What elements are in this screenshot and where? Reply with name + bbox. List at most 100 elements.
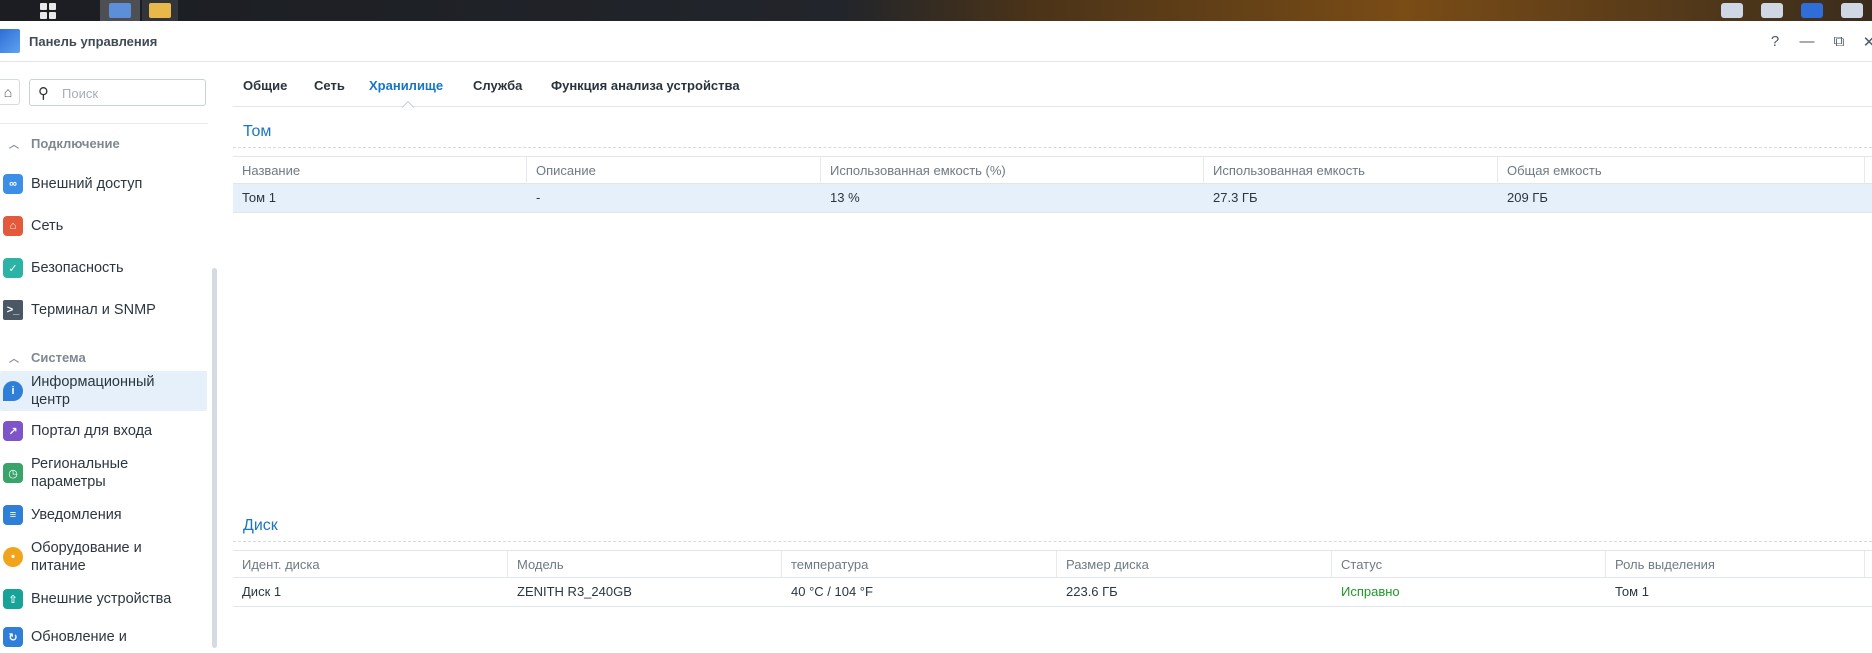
search-icon[interactable]	[1841, 3, 1863, 18]
regional-globe-icon: ◷	[3, 463, 23, 483]
disk-size-cell: 223.6 ГБ	[1066, 584, 1118, 599]
tab-device-analysis[interactable]: Функция анализа устройства	[551, 78, 740, 93]
column-header[interactable]: Модель	[508, 551, 782, 578]
sidebar-item-label: Оборудование и питание	[31, 540, 142, 574]
control-panel-icon	[0, 29, 20, 53]
sidebar-search-row: ⌂ ⚲	[0, 77, 210, 107]
table-row[interactable]: Диск 1 ZENITH R3_240GB 40 °C / 104 °F 22…	[233, 578, 1872, 607]
taskbar-app-icon[interactable]	[142, 0, 178, 21]
home-button[interactable]: ⌂	[0, 79, 20, 105]
tab-bar: Общие Сеть Хранилище Служба Функция анал…	[233, 63, 1872, 107]
tab-general[interactable]: Общие	[243, 78, 287, 93]
sidebar-item-label: Портал для входа	[31, 423, 153, 439]
close-button[interactable]: ✕	[1856, 21, 1872, 62]
terminal-icon: >_	[3, 300, 23, 320]
column-header[interactable]: Общая емкость	[1498, 157, 1865, 184]
sidebar: ⌂ ⚲ ︿ Подключение ∞ Внешний доступ ⌂ Сет…	[0, 63, 220, 648]
user-icon[interactable]	[1761, 3, 1783, 18]
tab-network[interactable]: Сеть	[314, 78, 345, 93]
volume-name-cell: Том 1	[242, 190, 276, 205]
disk-section-title: Диск	[243, 517, 278, 534]
section-divider	[233, 147, 1872, 148]
restore-button[interactable]: ⧉	[1826, 21, 1852, 62]
sidebar-item-hardware-power[interactable]: • Оборудование и питание	[0, 537, 207, 577]
main-menu-icon[interactable]	[38, 0, 58, 21]
taskbar	[0, 0, 1872, 21]
taskbar-control-panel-icon[interactable]	[100, 0, 140, 21]
tab-storage[interactable]: Хранилище	[369, 78, 443, 93]
link-icon: ∞	[3, 174, 23, 194]
sidebar-group-connection[interactable]: ︿ Подключение	[0, 133, 120, 153]
chevron-up-icon: ︿	[9, 353, 19, 365]
chat-bubble-icon: ≡	[3, 505, 23, 525]
info-pin-icon: i	[3, 381, 23, 401]
sidebar-item-label: Сеть	[31, 218, 64, 234]
external-device-icon: ⇧	[3, 589, 23, 609]
sidebar-group-label: Система	[31, 349, 86, 365]
volume-total-capacity-cell: 209 ГБ	[1507, 190, 1548, 205]
sidebar-item-label: Уведомления	[31, 507, 122, 523]
sidebar-item-notifications[interactable]: ≡ Уведомления	[0, 499, 207, 531]
disk-allocation-role-cell: Том 1	[1615, 584, 1649, 599]
sidebar-scrollbar[interactable]	[212, 268, 217, 648]
sidebar-item-label: Терминал и SNMP	[31, 302, 156, 318]
column-header[interactable]: Размер диска	[1057, 551, 1332, 578]
sidebar-item-login-portal[interactable]: ↗ Портал для входа	[0, 415, 207, 447]
chevron-up-icon: ︿	[9, 139, 19, 151]
house-network-icon: ⌂	[3, 216, 23, 236]
sidebar-item-regional[interactable]: ◷ Региональные параметры	[0, 453, 207, 493]
sidebar-item-label: Внешний доступ	[31, 176, 143, 192]
disk-status-cell: Исправно	[1341, 584, 1400, 599]
sidebar-group-system[interactable]: ︿ Система	[0, 347, 86, 367]
disk-temperature-cell: 40 °C / 104 °F	[791, 584, 873, 599]
sidebar-item-label: Обновление и	[31, 629, 127, 645]
sidebar-group-label: Подключение	[31, 135, 120, 151]
volume-section-title: Том	[243, 123, 272, 140]
sidebar-item-security[interactable]: ✓ Безопасность	[0, 251, 207, 285]
main-panel: Общие Сеть Хранилище Служба Функция анал…	[233, 63, 1872, 645]
sidebar-item-network[interactable]: ⌂ Сеть	[0, 209, 207, 243]
sidebar-item-update[interactable]: ↻ Обновление и	[0, 621, 207, 653]
bulb-icon: •	[3, 547, 23, 567]
section-divider	[233, 541, 1872, 542]
update-icon: ↻	[3, 627, 23, 647]
sidebar-item-label: Региональные параметры	[31, 456, 129, 490]
chat-icon[interactable]	[1721, 3, 1743, 18]
sidebar-item-label: Информационный центр	[31, 374, 155, 408]
volume-description-cell: -	[536, 190, 541, 205]
table-row[interactable]: Том 1 - 13 % 27.3 ГБ 209 ГБ	[233, 184, 1872, 213]
table-header: Название Описание Использованная емкость…	[233, 156, 1872, 184]
sidebar-item-terminal[interactable]: >_ Терминал и SNMP	[0, 293, 207, 327]
column-header[interactable]: Статус	[1332, 551, 1606, 578]
home-icon: ⌂	[3, 84, 13, 100]
column-header[interactable]: температура	[782, 551, 1057, 578]
sidebar-divider	[0, 123, 208, 124]
column-header[interactable]: Идент. диска	[233, 551, 508, 578]
active-tab-indicator	[402, 100, 414, 108]
sidebar-item-external-access[interactable]: ∞ Внешний доступ	[0, 167, 207, 201]
taskbar-tray	[1712, 0, 1872, 21]
volume-used-capacity-cell: 27.3 ГБ	[1213, 190, 1258, 205]
window-title: Панель управления	[29, 33, 158, 49]
search-input[interactable]	[62, 84, 197, 102]
search-box[interactable]: ⚲	[29, 79, 206, 106]
column-header[interactable]: Использованная емкость (%)	[821, 157, 1204, 184]
column-header[interactable]: Использованная емкость	[1204, 157, 1498, 184]
help-button[interactable]: ?	[1762, 21, 1788, 62]
table-header: Идент. диска Модель температура Размер д…	[233, 550, 1872, 578]
widgets-icon[interactable]	[1801, 3, 1823, 18]
disk-model-cell: ZENITH R3_240GB	[517, 584, 632, 599]
tab-service[interactable]: Служба	[473, 78, 522, 93]
column-header[interactable]: Название	[233, 157, 527, 184]
sidebar-item-info-center[interactable]: i Информационный центр	[0, 371, 207, 411]
shield-check-icon: ✓	[3, 258, 23, 278]
sidebar-item-label: Безопасность	[31, 260, 124, 276]
minimize-button[interactable]: —	[1794, 21, 1820, 62]
window-titlebar: Панель управления ? — ⧉ ✕	[0, 21, 1872, 62]
volume-used-percent-cell: 13 %	[830, 190, 860, 205]
disk-id-cell: Диск 1	[242, 584, 282, 599]
portal-icon: ↗	[3, 421, 23, 441]
column-header[interactable]: Описание	[527, 157, 821, 184]
sidebar-item-external-devices[interactable]: ⇧ Внешние устройства	[0, 583, 207, 615]
column-header[interactable]: Роль выделения	[1606, 551, 1865, 578]
